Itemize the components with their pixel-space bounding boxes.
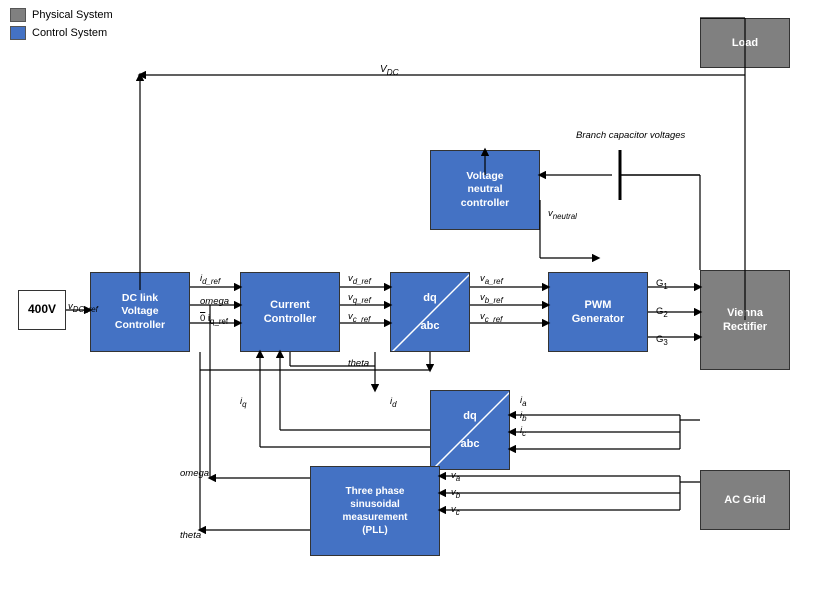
g2-label: G2 bbox=[656, 306, 668, 319]
vbref-label: vb_ref bbox=[480, 292, 503, 305]
v400-block: 400V bbox=[18, 290, 66, 330]
iqref-label: 0 iq_ref bbox=[200, 313, 228, 326]
vneutral-label: vneutral bbox=[548, 208, 577, 221]
idref-label: id_ref bbox=[200, 273, 220, 286]
pwm-generator-block: PWMGenerator bbox=[548, 272, 648, 352]
vc-label: vc bbox=[451, 504, 460, 517]
vdc-label: VDC bbox=[380, 64, 399, 77]
dc-link-block: DC linkVoltageController bbox=[90, 272, 190, 352]
vdref-label: vd_ref bbox=[348, 273, 371, 286]
vcref-label: vc_ref bbox=[348, 311, 370, 324]
ac-grid-block: AC Grid bbox=[700, 470, 790, 530]
branch-cap-label: Branch capacitor voltages bbox=[576, 130, 685, 141]
legend-label-control: Control System bbox=[32, 27, 107, 39]
legend-physical: Physical System bbox=[10, 8, 113, 22]
omega-label1: omega bbox=[200, 296, 229, 307]
three-phase-block: Three phasesinusoidalmeasurement(PLL) bbox=[310, 466, 440, 556]
legend-box-control bbox=[10, 26, 26, 40]
dq-abc-top-block: dqabc bbox=[390, 272, 470, 352]
current-controller-block: CurrentController bbox=[240, 272, 340, 352]
g1-label: G1 bbox=[656, 278, 668, 291]
vqref-label: vq_ref bbox=[348, 292, 371, 305]
legend-label-physical: Physical System bbox=[32, 9, 113, 21]
vcref2-label: vc_ref bbox=[480, 311, 502, 324]
vienna-rectifier-block: ViennaRectifier bbox=[700, 270, 790, 370]
legend-box-physical bbox=[10, 8, 26, 22]
g3-label: G3 bbox=[656, 334, 668, 347]
varef-label: va_ref bbox=[480, 273, 503, 286]
vdcref-label: vDC_ref bbox=[68, 301, 98, 314]
legend: Physical System Control System bbox=[10, 8, 113, 44]
dq-abc-bottom-block: dqabc bbox=[430, 390, 510, 470]
omega-pll-label: omega bbox=[180, 468, 209, 479]
ia-label: ia bbox=[520, 395, 527, 408]
va-label: va bbox=[451, 470, 460, 483]
voltage-neutral-block: Voltageneutralcontroller bbox=[430, 150, 540, 230]
theta-pll-label: theta bbox=[180, 530, 201, 541]
diagram-container: Physical System Control System Load Vien… bbox=[0, 0, 814, 594]
ib-label: ib bbox=[520, 410, 527, 423]
iq-label: iq bbox=[240, 396, 247, 409]
theta-label1: theta bbox=[348, 358, 369, 369]
id-label: id bbox=[390, 396, 397, 409]
legend-control: Control System bbox=[10, 26, 113, 40]
ic-label: ic bbox=[520, 425, 526, 438]
vb-label: vb bbox=[451, 487, 460, 500]
load-block: Load bbox=[700, 18, 790, 68]
